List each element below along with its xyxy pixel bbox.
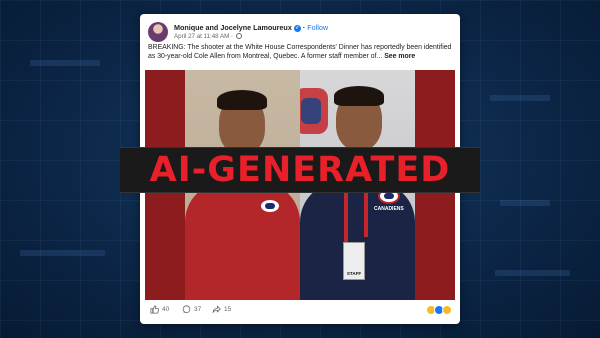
post-meta: April 27 at 11:48 AM · xyxy=(174,33,242,40)
share-count: 15 xyxy=(224,306,232,313)
wall-logo xyxy=(300,88,328,134)
share-icon xyxy=(212,305,221,313)
globe-icon xyxy=(235,33,242,40)
verified-icon: ✓ xyxy=(293,24,301,32)
ai-generated-label: AI-GENERATED xyxy=(149,150,451,190)
staff-badge: STAFF xyxy=(343,242,365,280)
post-author: Monique and Jocelyne Lamoureux ✓ · Follow xyxy=(174,23,328,32)
background-streak xyxy=(495,270,570,276)
follow-button[interactable]: Follow xyxy=(307,23,328,32)
post-text: BREAKING: The shooter at the White House… xyxy=(148,43,452,62)
see-more-link[interactable]: See more xyxy=(384,53,415,60)
jacket-text: CANADIENS xyxy=(374,206,404,212)
background-streak xyxy=(490,95,550,101)
share-stat[interactable]: 15 xyxy=(212,305,231,314)
author-name[interactable]: Monique and Jocelyne Lamoureux xyxy=(174,23,292,32)
comment-stat[interactable]: 37 xyxy=(182,305,201,314)
comment-icon xyxy=(182,305,191,314)
background-streak xyxy=(30,60,100,66)
background-streak xyxy=(500,200,550,206)
like-count: 40 xyxy=(162,306,170,313)
post-timestamp[interactable]: April 27 at 11:48 AM · xyxy=(174,33,233,40)
canadiens-logo xyxy=(259,198,281,214)
follow-separator: · xyxy=(302,23,306,32)
sad-reaction-icon xyxy=(442,305,452,315)
badge-text: STAFF xyxy=(346,271,362,276)
post-footer: 40 37 15 xyxy=(148,303,452,319)
avatar[interactable] xyxy=(148,22,168,42)
comment-count: 37 xyxy=(194,306,202,313)
like-stat[interactable]: 40 xyxy=(150,305,169,314)
background-streak xyxy=(20,250,105,256)
hair-left xyxy=(217,90,267,110)
hair-right xyxy=(334,86,384,106)
ai-generated-banner: AI-GENERATED xyxy=(120,147,480,193)
reaction-icons[interactable] xyxy=(426,305,452,315)
like-icon xyxy=(150,305,159,314)
red-jersey xyxy=(185,182,300,300)
